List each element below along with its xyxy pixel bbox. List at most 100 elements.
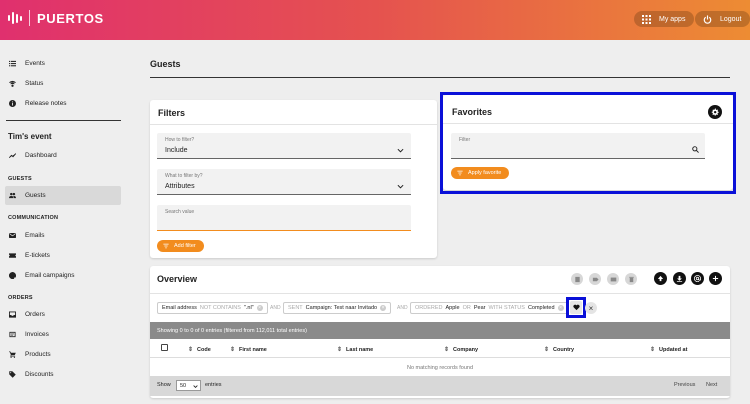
mail-guests-button[interactable] — [607, 273, 619, 285]
delete-guests-button[interactable] — [625, 273, 637, 285]
sort-icon: ⇕ — [188, 347, 194, 353]
search-value-input[interactable]: Search value — [157, 205, 411, 231]
column-label: Country — [553, 346, 575, 353]
download-icon — [676, 275, 683, 282]
filter-chip-sent[interactable]: SENT Campaign: Test naar Invitado × — [283, 302, 392, 314]
what-to-filter-select[interactable]: What to filter by? Attributes — [157, 169, 411, 195]
next-page-button[interactable]: Next — [706, 382, 717, 388]
close-icon[interactable]: × — [557, 305, 564, 311]
sidebar-item-label: Events — [25, 60, 45, 67]
grid-icon — [642, 14, 651, 24]
logo-icon — [8, 12, 22, 24]
sidebar-item-status[interactable]: Status — [5, 74, 121, 93]
download-button[interactable] — [673, 272, 686, 285]
overview-title: Overview — [157, 274, 198, 284]
sidebar-item-email-campaigns[interactable]: Email campaigns — [5, 266, 121, 285]
how-to-filter-select[interactable]: How to filter? Include — [157, 133, 411, 159]
sidebar-item-label: Emails — [25, 232, 45, 239]
sidebar-item-label: Dashboard — [25, 152, 57, 159]
at-icon — [9, 272, 16, 279]
close-icon[interactable]: × — [380, 305, 387, 311]
sidebar-item-e-tickets[interactable]: E-tickets — [5, 246, 121, 265]
cart-icon — [9, 351, 16, 358]
chip-value: ".nl" — [243, 305, 254, 311]
chip-value: Pear — [473, 305, 486, 311]
previous-page-button[interactable]: Previous — [674, 382, 695, 388]
column-updated-at[interactable]: ⇕ Updated at — [650, 346, 687, 354]
sidebar-item-emails[interactable]: Emails — [5, 226, 121, 245]
close-icon[interactable]: × — [256, 305, 263, 311]
trash-icon — [628, 276, 634, 282]
chip-operator: NOT CONTAINS — [199, 305, 241, 311]
column-label: Code — [197, 346, 211, 353]
page-size-select[interactable]: 50 — [176, 380, 201, 391]
my-apps-button[interactable]: My apps — [634, 11, 695, 27]
chip-value: Campaign: Test naar Invitado — [305, 305, 378, 311]
add-guest-button[interactable] — [709, 272, 722, 285]
favorite-heart-highlight-box — [566, 297, 586, 318]
column-country[interactable]: ⇕ Country — [544, 346, 575, 354]
entries-label: entries — [205, 382, 222, 388]
sidebar-item-dashboard[interactable]: Dashboard — [5, 146, 121, 165]
ticket-icon — [9, 253, 16, 258]
filters-title: Filters — [158, 108, 186, 118]
app-logo[interactable]: PUERTOS — [8, 10, 104, 26]
mail-icon — [610, 277, 616, 281]
sidebar-item-products[interactable]: Products — [5, 345, 121, 364]
and-label: AND — [397, 305, 408, 311]
column-first-name[interactable]: ⇕ First name — [230, 346, 267, 354]
chip-operator: WITH STATUS — [488, 305, 525, 311]
chip-key: SENT — [288, 305, 303, 311]
sidebar-item-guests[interactable]: Guests — [5, 186, 121, 205]
title-divider — [150, 77, 730, 78]
page-size-value: 50 — [180, 382, 187, 389]
plus-icon — [712, 275, 719, 282]
sort-icon: ⇕ — [544, 347, 550, 353]
column-label: Last name — [346, 346, 374, 353]
list-icon — [9, 60, 16, 67]
sidebar-item-events[interactable]: Events — [5, 54, 121, 73]
logout-label: Logout — [720, 15, 742, 23]
sidebar-item-discounts[interactable]: Discounts — [5, 365, 121, 384]
sort-icon: ⇕ — [337, 347, 343, 353]
sidebar-item-invoices[interactable]: Invoices — [5, 325, 121, 344]
sort-icon: ⇕ — [650, 347, 656, 353]
sidebar-item-orders[interactable]: Orders — [5, 305, 121, 324]
sidebar-item-label: E-tickets — [25, 252, 50, 259]
tag-guests-button[interactable] — [589, 273, 601, 285]
trend-icon — [9, 153, 16, 158]
clear-filters-button[interactable]: × — [585, 302, 597, 314]
filter-icon — [163, 243, 169, 249]
email-campaign-button[interactable] — [691, 272, 704, 285]
add-filter-button[interactable]: Add filter — [157, 240, 204, 252]
column-label: Company — [453, 346, 479, 353]
column-code[interactable]: ⇕ Code — [188, 346, 211, 354]
mail-icon — [9, 233, 16, 238]
chevron-down-icon — [193, 385, 198, 389]
upload-icon — [657, 275, 664, 282]
filter-chip-ordered[interactable]: ORDERED Apple OR Pear WITH STATUS Comple… — [410, 302, 569, 314]
document-icon — [574, 276, 580, 282]
select-all-checkbox[interactable] — [161, 344, 168, 351]
close-icon: × — [588, 303, 594, 313]
top-bar: PUERTOS My apps Logout — [0, 0, 750, 40]
logout-button[interactable]: Logout — [695, 11, 750, 27]
chip-value: Completed — [527, 305, 555, 311]
what-to-filter-label: What to filter by? — [165, 173, 203, 179]
chip-key: ORDERED — [415, 305, 443, 311]
chevron-down-icon — [397, 148, 404, 153]
sidebar-item-release-notes[interactable]: Release notes — [5, 94, 121, 113]
column-last-name[interactable]: ⇕ Last name — [337, 346, 374, 354]
sidebar-item-label: Status — [25, 80, 44, 87]
column-label: First name — [239, 346, 267, 353]
column-company[interactable]: ⇕ Company — [444, 346, 479, 354]
upload-button[interactable] — [654, 272, 667, 285]
sort-icon: ⇕ — [230, 347, 236, 353]
what-to-filter-value: Attributes — [165, 183, 195, 190]
filter-chip-email[interactable]: Email address NOT CONTAINS ".nl" × — [157, 302, 268, 314]
export-pdf-button[interactable] — [571, 273, 583, 285]
inbox-icon — [9, 311, 16, 318]
info-icon — [9, 100, 16, 107]
event-name: Tim's event — [8, 132, 52, 141]
show-label: Show — [157, 382, 171, 388]
